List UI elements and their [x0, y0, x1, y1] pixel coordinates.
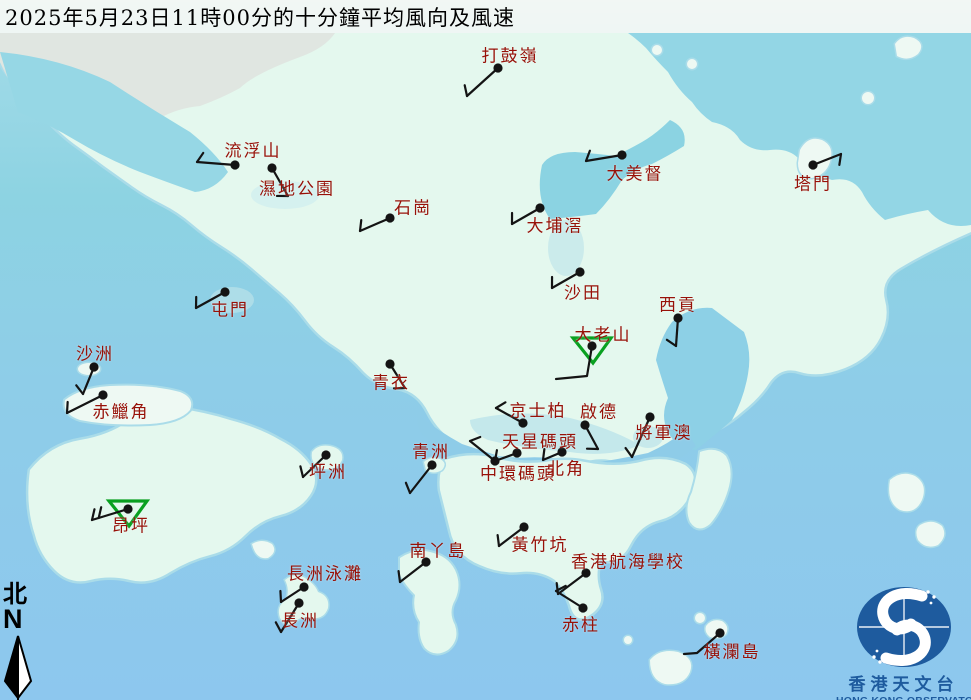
station-dot — [580, 420, 589, 429]
wind-barb-tick — [498, 535, 499, 546]
station-dot — [581, 568, 590, 577]
hko-logo-text: 香港天文台 HONG KONG OBSERVATORY — [836, 582, 971, 700]
station-dot — [645, 412, 654, 421]
station-dot — [519, 522, 528, 531]
station-dot — [617, 150, 626, 159]
islet — [895, 37, 921, 59]
station-dot — [808, 160, 817, 169]
wind-barb-tick — [399, 571, 400, 582]
wind-barb-tick — [67, 402, 68, 413]
station-dot — [578, 603, 587, 612]
station-dot — [535, 203, 544, 212]
station-dot — [89, 362, 98, 371]
station-dot — [493, 63, 502, 72]
station-dot — [421, 557, 430, 566]
title-bar: 2025年5月23日11時00分的十分鐘平均風向及風速 — [0, 0, 971, 33]
wind-barb-tick — [543, 449, 544, 460]
islet — [862, 92, 874, 104]
islet — [624, 636, 632, 644]
hko-name-english: HONG KONG OBSERVATORY — [836, 695, 971, 700]
station-dot — [267, 163, 276, 172]
station-dot — [299, 582, 308, 591]
islet — [889, 474, 924, 512]
compass: 北 N — [3, 581, 43, 631]
station-dot — [673, 313, 682, 322]
station-dot — [321, 450, 330, 459]
station-dot — [98, 390, 107, 399]
islet — [695, 613, 705, 623]
station-dot — [427, 460, 436, 469]
islet — [916, 522, 944, 547]
station-dot — [575, 267, 584, 276]
station-dot — [518, 418, 527, 427]
station-dot — [557, 447, 566, 456]
station-dot — [123, 504, 132, 513]
hong-kong-map — [0, 0, 971, 700]
station-dot — [512, 448, 521, 457]
po-toi-island — [650, 651, 691, 684]
shatin-urban-area — [548, 220, 584, 276]
station-dot — [220, 287, 229, 296]
compass-north-en-label: N — [3, 607, 43, 631]
station-dot — [490, 456, 499, 465]
hko-name-chinese: 香港天文台 — [836, 670, 971, 695]
map-title: 2025年5月23日11時00分的十分鐘平均風向及風速 — [0, 2, 515, 32]
station-dot — [385, 359, 394, 368]
station-dot — [385, 213, 394, 222]
islet — [687, 59, 697, 69]
wind-map-screen: 打鼓嶺流浮山濕地公園石崗大美督塔門大埔滘沙田西貢大老山屯門沙洲赤鱲角青衣京士柏啟… — [0, 0, 971, 700]
wind-barb-tick — [280, 591, 281, 602]
islet — [652, 45, 662, 55]
station-dot — [230, 160, 239, 169]
wind-barb-tick — [360, 220, 361, 231]
station-dot — [587, 341, 596, 350]
tuen-mun-urban-area — [210, 287, 254, 313]
station-dot — [715, 628, 724, 637]
station-dot — [294, 598, 303, 607]
